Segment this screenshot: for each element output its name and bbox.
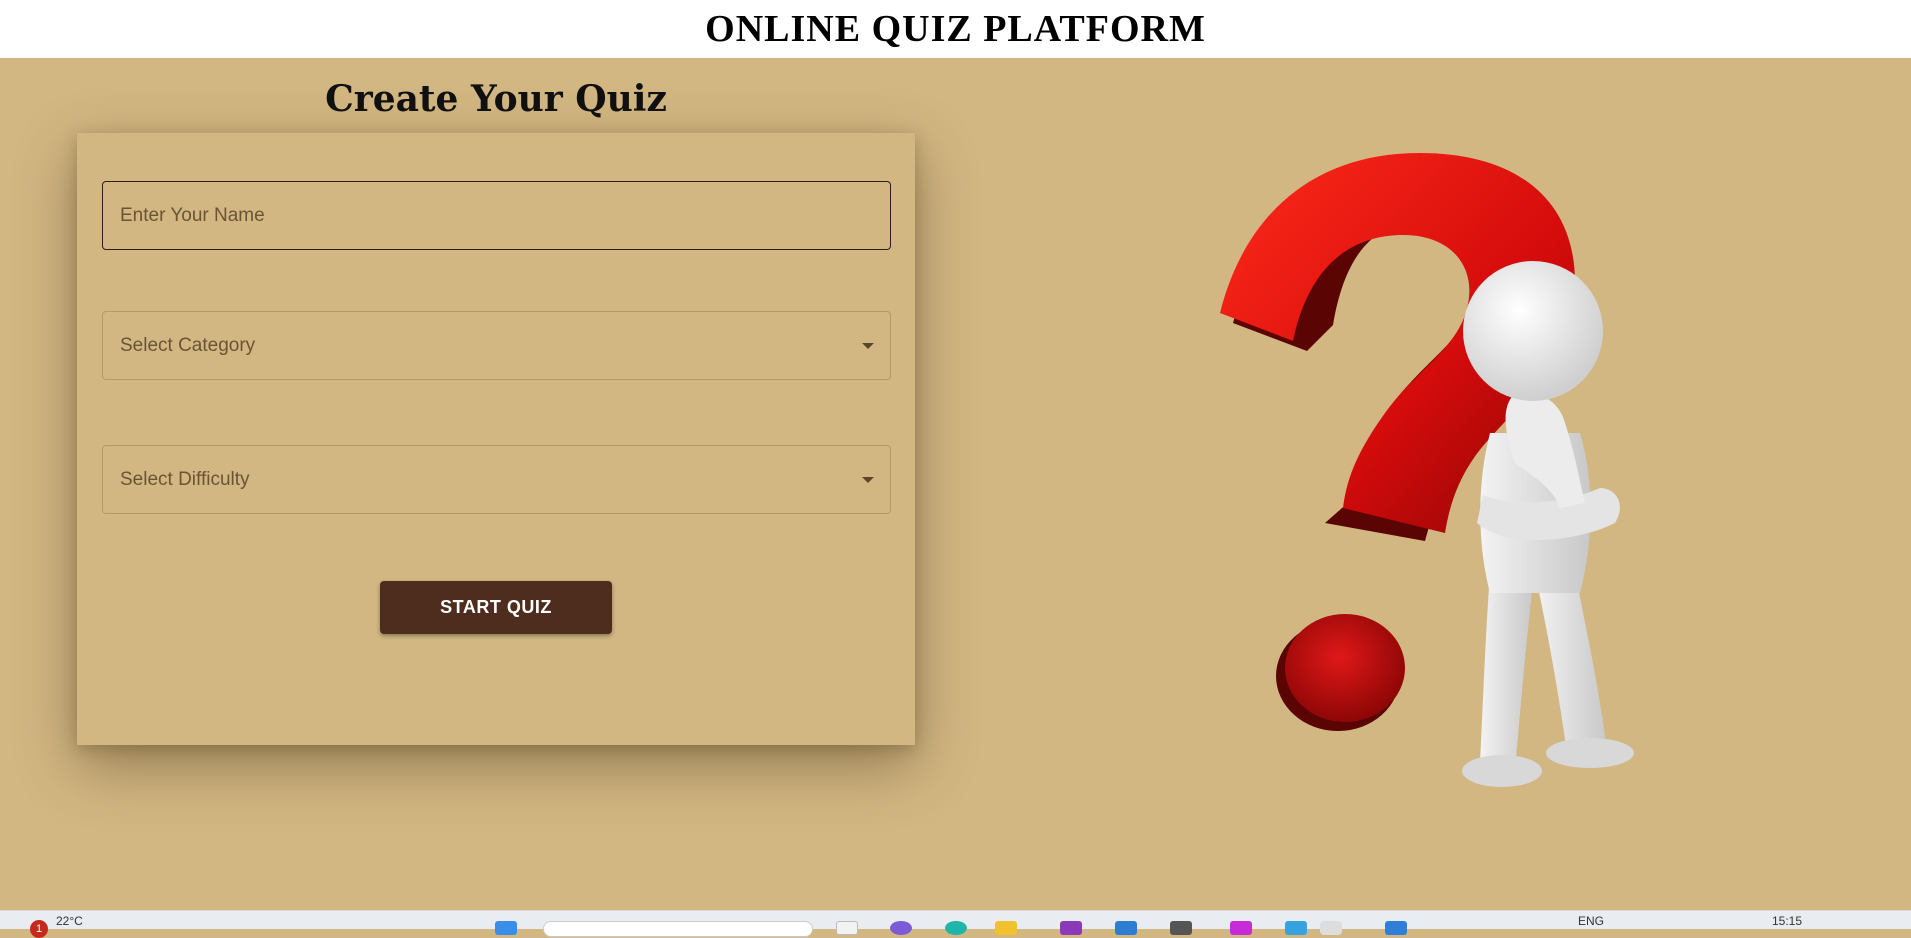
app-icon[interactable] [1285, 921, 1307, 935]
difficulty-select-placeholder: Select Difficulty [120, 468, 250, 490]
taskbar-search[interactable] [543, 921, 813, 937]
notification-badge: 1 [30, 920, 48, 938]
start-icon[interactable] [495, 921, 517, 935]
main-content: Create Your Quiz Enter Your Name Select … [0, 58, 1911, 910]
app-icon[interactable] [890, 921, 912, 935]
category-select[interactable]: Select Category [102, 311, 891, 380]
chevron-down-icon [862, 342, 874, 349]
task-view-icon[interactable] [836, 921, 858, 935]
language-indicator[interactable]: ENG [1578, 914, 1604, 928]
chrome-icon[interactable] [1320, 921, 1342, 935]
os-taskbar: 1 22°C ENG 15:15 [0, 910, 1911, 938]
question-mark-thinking-figure-icon [1220, 153, 1634, 787]
app-icon[interactable] [1230, 921, 1252, 935]
difficulty-select[interactable]: Select Difficulty [102, 445, 891, 514]
edge-icon[interactable] [945, 921, 967, 935]
page-title: ONLINE QUIZ PLATFORM [705, 8, 1206, 50]
clock-text[interactable]: 15:15 [1772, 914, 1802, 928]
start-quiz-button[interactable]: START QUIZ [380, 581, 612, 634]
form-title: Create Your Quiz [325, 78, 667, 120]
app-icon[interactable] [1060, 921, 1082, 935]
category-select-placeholder: Select Category [120, 334, 256, 356]
folder-icon[interactable] [995, 921, 1017, 935]
quiz-form-card: Enter Your Name Select Category Select D… [77, 133, 915, 745]
weather-text: 22°C [56, 914, 83, 928]
vscode-icon[interactable] [1115, 921, 1137, 935]
name-input-placeholder: Enter Your Name [120, 204, 265, 226]
name-input[interactable]: Enter Your Name [102, 181, 891, 250]
app-icon[interactable] [1170, 921, 1192, 935]
top-header: ONLINE QUIZ PLATFORM [0, 0, 1911, 58]
app-icon[interactable] [1385, 921, 1407, 935]
chevron-down-icon [862, 476, 874, 483]
